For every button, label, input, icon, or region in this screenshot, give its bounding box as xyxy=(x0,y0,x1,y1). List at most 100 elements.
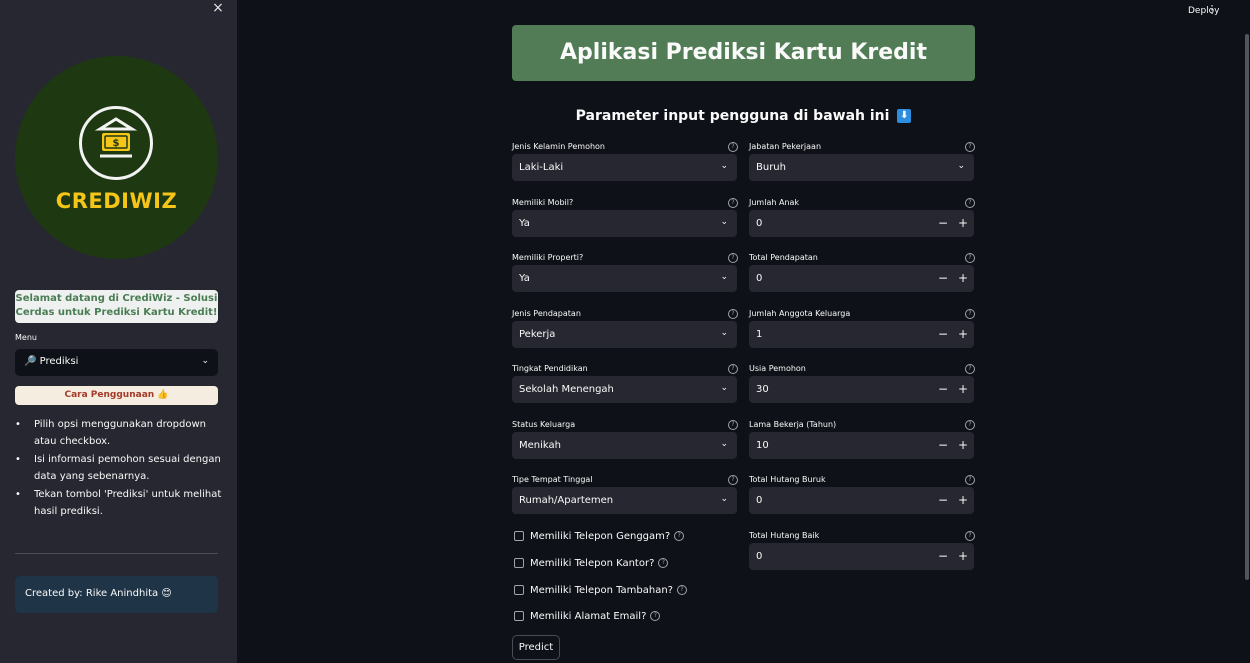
checkbox-box[interactable] xyxy=(514,531,524,541)
increment-button[interactable]: + xyxy=(958,438,968,452)
help-icon[interactable]: ? xyxy=(728,198,738,208)
number-input-jumlah-anak[interactable]: 0 − + xyxy=(749,210,974,237)
select-memiliki-properti[interactable]: Ya ⌄ xyxy=(512,265,737,292)
select-value: Rumah/Apartemen xyxy=(519,495,614,506)
help-icon[interactable]: ? xyxy=(728,364,738,374)
close-sidebar-icon[interactable]: × xyxy=(209,0,227,18)
menu-selected-value: 🔎 Prediksi xyxy=(24,356,79,367)
increment-button[interactable]: + xyxy=(958,271,968,285)
scrollbar[interactable] xyxy=(1245,34,1249,580)
field-label: Usia Pemohon xyxy=(749,364,806,373)
help-icon[interactable]: ? xyxy=(728,309,738,319)
increment-button[interactable]: + xyxy=(958,216,968,230)
decrement-button[interactable]: − xyxy=(938,493,948,507)
select-tingkat-pendidikan[interactable]: Sekolah Menengah ⌄ xyxy=(512,376,737,403)
chevron-down-icon: ⌄ xyxy=(720,161,728,171)
checkbox-box[interactable] xyxy=(514,585,524,595)
decrement-button[interactable]: − xyxy=(938,549,948,563)
checkbox-label: Memiliki Telepon Tambahan?? xyxy=(530,585,687,596)
select-value: Menikah xyxy=(519,440,561,451)
select-jabatan-pekerjaan[interactable]: Buruh ⌄ xyxy=(749,154,974,181)
help-icon[interactable]: ? xyxy=(728,253,738,263)
checkbox-label-text: Memiliki Telepon Genggam? xyxy=(530,531,671,542)
crediwiz-logo: $ CREDIWIZ xyxy=(15,56,218,259)
checkbox-label: Memiliki Telepon Kantor?? xyxy=(530,558,669,569)
select-status-keluarga[interactable]: Menikah ⌄ xyxy=(512,432,737,459)
chevron-down-icon: ⌄ xyxy=(201,356,209,366)
increment-button[interactable]: + xyxy=(958,327,968,341)
select-jenis-kelamin[interactable]: Laki-Laki ⌄ xyxy=(512,154,737,181)
increment-button[interactable]: + xyxy=(958,549,968,563)
help-icon[interactable]: ? xyxy=(965,475,975,485)
help-icon[interactable]: ? xyxy=(728,420,738,430)
select-value: Buruh xyxy=(756,162,786,173)
section-subtitle: Parameter input pengguna di bawah ini ⬇ xyxy=(512,108,975,124)
page-title: Aplikasi Prediksi Kartu Kredit xyxy=(512,25,975,81)
select-value: Sekolah Menengah xyxy=(519,384,614,395)
help-icon[interactable]: ? xyxy=(677,585,687,595)
number-input-usia-pemohon[interactable]: 30 − + xyxy=(749,376,974,403)
help-icon[interactable]: ? xyxy=(965,253,975,263)
welcome-line-2: Cerdas untuk Prediksi Kartu Kredit! xyxy=(15,307,218,318)
increment-button[interactable]: + xyxy=(958,493,968,507)
subtitle-text: Parameter input pengguna di bawah ini xyxy=(575,108,890,124)
bank-icon: $ xyxy=(79,106,153,180)
help-icon[interactable]: ? xyxy=(965,198,975,208)
help-icon[interactable]: ? xyxy=(674,531,685,541)
help-icon[interactable]: ? xyxy=(965,309,975,319)
field-label: Memiliki Properti? xyxy=(512,253,584,262)
help-icon[interactable]: ? xyxy=(965,142,975,152)
more-menu-icon[interactable]: ⋮ xyxy=(1206,3,1218,16)
decrement-button[interactable]: − xyxy=(938,216,948,230)
field-label: Jumlah Anggota Keluarga xyxy=(749,309,851,318)
predict-button[interactable]: Predict xyxy=(512,635,560,660)
decrement-button[interactable]: − xyxy=(938,271,948,285)
number-input-total-pendapatan[interactable]: 0 − + xyxy=(749,265,974,292)
help-icon[interactable]: ? xyxy=(658,558,669,568)
input-value: 0 xyxy=(756,495,763,506)
number-input-total-hutang-buruk[interactable]: 0 − + xyxy=(749,487,974,514)
help-icon[interactable]: ? xyxy=(728,475,738,485)
input-value: 0 xyxy=(756,218,763,229)
field-label: Total Pendapatan xyxy=(749,253,818,262)
help-icon[interactable]: ? xyxy=(965,531,975,541)
help-icon[interactable]: ? xyxy=(965,364,975,374)
checkbox-label-text: Memiliki Telepon Tambahan? xyxy=(530,585,673,596)
cara-penggunaan-button[interactable]: Cara Penggunaan 👍 xyxy=(15,386,218,405)
created-by-box: Created by: Rike Anindhita 😊 xyxy=(15,576,218,613)
number-input-jumlah-anggota-keluarga[interactable]: 1 − + xyxy=(749,321,974,348)
decrement-button[interactable]: − xyxy=(938,327,948,341)
number-input-lama-bekerja[interactable]: 10 − + xyxy=(749,432,974,459)
checkbox-box[interactable] xyxy=(514,611,524,621)
tip-item: Pilih opsi menggunakan dropdown atau che… xyxy=(15,416,225,450)
help-icon[interactable]: ? xyxy=(965,420,975,430)
checkbox-box[interactable] xyxy=(514,558,524,568)
svg-text:$: $ xyxy=(113,138,120,149)
checkbox-label-text: Memiliki Telepon Kantor? xyxy=(530,558,655,569)
decrement-button[interactable]: − xyxy=(938,438,948,452)
divider xyxy=(15,553,218,554)
menu-select[interactable]: 🔎 Prediksi ⌄ xyxy=(15,349,218,376)
field-label: Status Keluarga xyxy=(512,420,576,429)
welcome-line-1: Selamat datang di CrediWiz - Solusi xyxy=(15,293,218,304)
help-icon[interactable]: ? xyxy=(650,611,661,621)
chevron-down-icon: ⌄ xyxy=(720,217,728,227)
increment-button[interactable]: + xyxy=(958,382,968,396)
menu-label: Menu xyxy=(15,333,37,342)
chevron-down-icon: ⌄ xyxy=(720,494,728,504)
select-jenis-pendapatan[interactable]: Pekerja ⌄ xyxy=(512,321,737,348)
number-input-total-hutang-baik[interactable]: 0 − + xyxy=(749,543,974,570)
select-value: Ya xyxy=(519,273,530,284)
select-memiliki-mobil[interactable]: Ya ⌄ xyxy=(512,210,737,237)
tip-item: Isi informasi pemohon sesuai dengan data… xyxy=(15,451,225,485)
field-label: Tipe Tempat Tinggal xyxy=(512,475,593,484)
checkbox-label: Memiliki Alamat Email?? xyxy=(530,611,661,622)
select-value: Laki-Laki xyxy=(519,162,564,173)
field-label: Memiliki Mobil? xyxy=(512,198,574,207)
welcome-banner: Selamat datang di CrediWiz - Solusi Cerd… xyxy=(15,290,218,323)
help-icon[interactable]: ? xyxy=(728,142,738,152)
decrement-button[interactable]: − xyxy=(938,382,948,396)
field-label: Total Hutang Baik xyxy=(749,531,820,540)
select-tipe-tempat-tinggal[interactable]: Rumah/Apartemen ⌄ xyxy=(512,487,737,514)
input-value: 0 xyxy=(756,551,763,562)
